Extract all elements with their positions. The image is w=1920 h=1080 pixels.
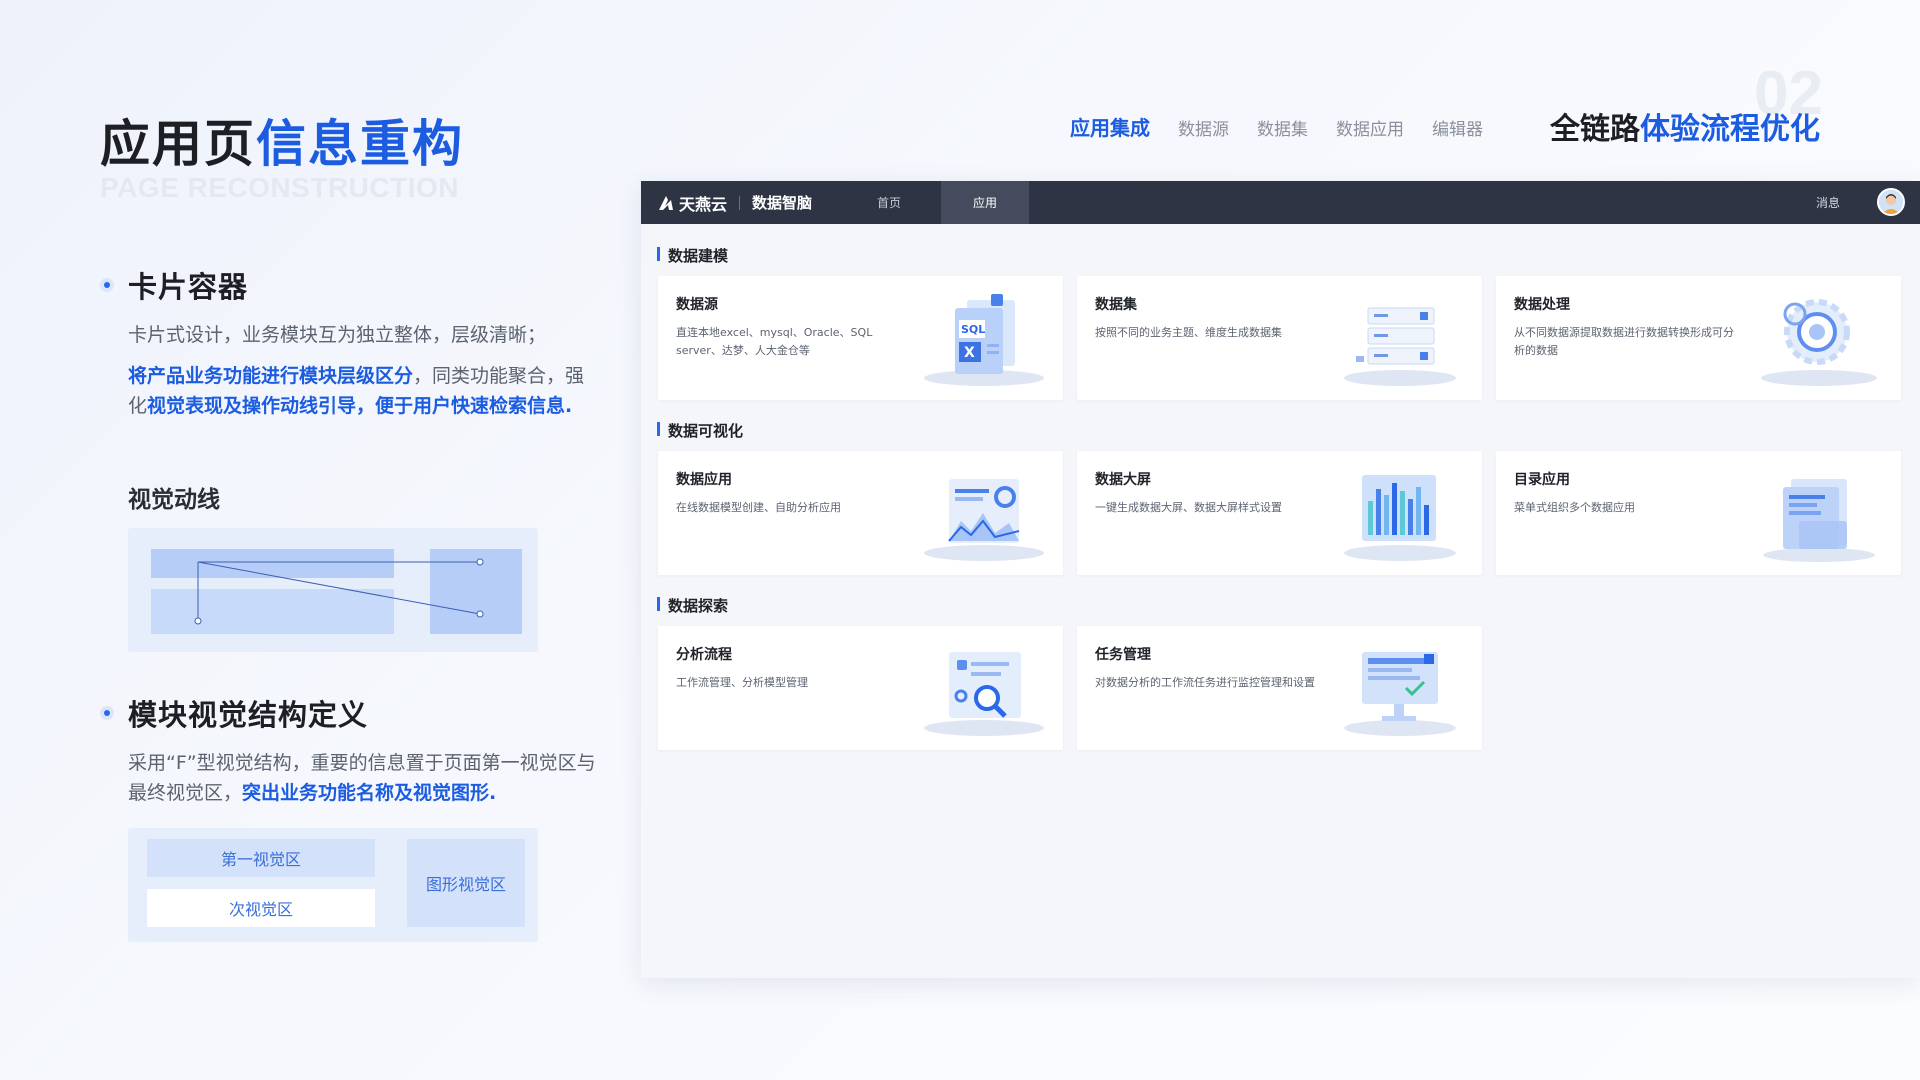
bullet-dot-icon	[100, 278, 114, 292]
desc-highlight: 突出业务功能名称及视觉图形.	[242, 782, 497, 804]
card-data-processing[interactable]: 数据处理 从不同数据源提取数据进行数据转换形成可分析的数据	[1496, 276, 1901, 400]
flow-lines-icon	[194, 558, 484, 625]
card-title: 数据集	[1095, 297, 1137, 313]
app-header: 天燕云 数据智脑 首页 应用 消息	[641, 181, 1920, 224]
visual-flow-diagram	[128, 528, 538, 652]
flow-title-main: 全链路	[1550, 112, 1640, 147]
flow-title: 全链路体验流程优化	[1550, 104, 1820, 148]
card-title: 数据处理	[1514, 297, 1570, 313]
magnifier-doc-icon	[924, 652, 1044, 736]
card-title: 目录应用	[1514, 472, 1570, 488]
section-title: 卡片容器	[128, 270, 249, 304]
chart-report-icon	[924, 479, 1044, 561]
catalog-folder-icon	[1763, 479, 1875, 562]
card-task-management[interactable]: 任务管理 对数据分析的工作流任务进行监控管理和设置	[1077, 626, 1482, 750]
card-desc: 工作流管理、分析模型管理	[676, 676, 808, 689]
card-dataset[interactable]: 数据集 按照不同的业务主题、维度生成数据集	[1077, 276, 1482, 400]
card-data-application[interactable]: 数据应用 在线数据模型创建、自助分析应用	[658, 451, 1063, 575]
section-module-structure: 模块视觉结构定义	[100, 692, 368, 734]
graphic-visual-zone: 图形视觉区	[407, 839, 525, 927]
card-desc: 从不同数据源提取数据进行数据转换形成可分析的数据	[1514, 326, 1734, 357]
page-subtitle-en: PAGE RECONSTRUCTION	[100, 172, 459, 203]
title-highlight: 信息重构	[256, 115, 464, 173]
card-title: 数据大屏	[1095, 472, 1151, 488]
visual-flow-title: 视觉动线	[128, 487, 220, 513]
card-title: 数据应用	[676, 472, 732, 488]
card-title: 数据源	[676, 297, 718, 313]
group-title-data-exploration: 数据探索	[657, 595, 728, 616]
card-title: 分析流程	[676, 647, 732, 663]
logo-text: 天燕云	[679, 194, 728, 214]
secondary-visual-zone: 次视觉区	[147, 889, 375, 927]
group-title-data-modeling: 数据建模	[657, 245, 728, 266]
card-desc: 直连本地excel、mysql、Oracle、SQL server、达梦、人大金…	[676, 326, 873, 357]
top-tab-editor[interactable]: 编辑器	[1432, 115, 1483, 140]
avatar-face-icon	[1879, 190, 1903, 214]
card-analysis-flow[interactable]: 分析流程 工作流管理、分析模型管理	[658, 626, 1063, 750]
big-screen-icon	[1344, 475, 1456, 561]
top-tab-datasource[interactable]: 数据源	[1178, 115, 1229, 140]
card-datasource[interactable]: 数据源 直连本地excel、mysql、Oracle、SQL server、达梦…	[658, 276, 1063, 400]
section-desc: 采用“F”型视觉结构，重要的信息置于页面第一视觉区与最终视觉区，突出业务功能名称…	[128, 748, 598, 808]
card-big-screen[interactable]: 数据大屏 一键生成数据大屏、数据大屏样式设置	[1077, 451, 1482, 575]
section-card-container: 卡片容器	[100, 264, 248, 306]
section-title: 模块视觉结构定义	[128, 698, 369, 732]
gear-process-icon	[1761, 299, 1877, 386]
first-visual-zone: 第一视觉区	[147, 839, 375, 877]
top-tab-data-app[interactable]: 数据应用	[1336, 115, 1404, 140]
desc-emphasis: 将产品业务功能进行模块层级区分，同类功能聚合，强化视觉表现及操作动线引导，便于用…	[128, 361, 598, 421]
top-tab-app-integration[interactable]: 应用集成	[1070, 112, 1150, 141]
f-structure-diagram: 第一视觉区 次视觉区 图形视觉区	[128, 828, 538, 942]
user-avatar[interactable]	[1877, 188, 1905, 216]
top-tab-dataset[interactable]: 数据集	[1257, 115, 1308, 140]
page-title: 应用页信息重构	[100, 104, 464, 176]
database-doc-icon: SQL X	[924, 294, 1044, 386]
nav-tab-apps[interactable]: 应用	[941, 181, 1029, 224]
card-desc: 在线数据模型创建、自助分析应用	[676, 501, 841, 514]
desc-highlight: 视觉表现及操作动线引导，便于用户快速检索信息.	[147, 395, 573, 417]
title-main: 应用页	[100, 115, 256, 173]
card-title: 任务管理	[1095, 647, 1151, 663]
desc-highlight: 将产品业务功能进行模块层级区分	[128, 365, 414, 387]
swallow-logo-icon	[659, 195, 673, 210]
app-logo[interactable]: 天燕云	[657, 191, 727, 215]
task-monitor-icon	[1344, 652, 1456, 736]
divider	[739, 195, 741, 210]
card-desc: 一键生成数据大屏、数据大屏样式设置	[1095, 501, 1282, 514]
server-stack-icon	[1344, 307, 1456, 386]
app-window: 天燕云 数据智脑 首页 应用 消息 数据建模 数据源 直连本地excel、mys…	[641, 181, 1920, 978]
desc-line: 卡片式设计，业务模块互为独立整体，层级清晰；	[128, 324, 547, 346]
top-nav: 应用集成 数据源 数据集 数据应用 编辑器	[1070, 112, 1483, 141]
group-title-data-visualization: 数据可视化	[657, 420, 743, 441]
card-desc: 按照不同的业务主题、维度生成数据集	[1095, 326, 1282, 339]
messages-link[interactable]: 消息	[1816, 181, 1840, 224]
section-desc: 卡片式设计，业务模块互为独立整体，层级清晰； 将产品业务功能进行模块层级区分，同…	[128, 320, 598, 421]
card-desc: 菜单式组织多个数据应用	[1514, 501, 1635, 514]
svg-text:X: X	[964, 345, 975, 361]
card-catalog-application[interactable]: 目录应用 菜单式组织多个数据应用	[1496, 451, 1901, 575]
card-desc: 对数据分析的工作流任务进行监控管理和设置	[1095, 676, 1315, 689]
flow-title-highlight: 体验流程优化	[1640, 112, 1820, 147]
svg-text:SQL: SQL	[961, 323, 985, 336]
bullet-dot-icon	[100, 706, 114, 720]
nav-tab-home[interactable]: 首页	[857, 181, 921, 224]
product-name: 数据智脑	[752, 194, 813, 212]
